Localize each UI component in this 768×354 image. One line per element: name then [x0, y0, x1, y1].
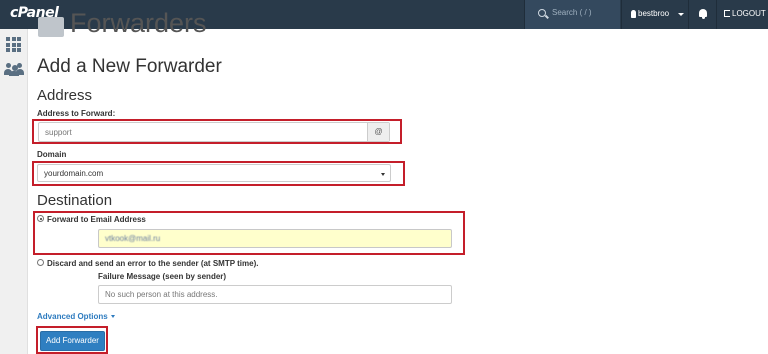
forward-to-email-label[interactable]: Forward to Email Address [47, 215, 146, 224]
advanced-options-link[interactable]: Advanced Options [37, 312, 115, 321]
user-menu[interactable]: bestbroo [621, 0, 688, 29]
address-to-forward-label: Address to Forward: [37, 109, 116, 118]
logout-label: LOGOUT [732, 9, 766, 18]
forward-email-value: vtkook@mail.ru [105, 234, 161, 243]
failure-message-label: Failure Message (seen by sender) [98, 272, 227, 281]
chevron-down-icon [678, 13, 684, 16]
search-icon [538, 9, 546, 17]
discard-label[interactable]: Discard and send an error to the sender … [47, 259, 258, 268]
highlight-box [32, 119, 402, 144]
advanced-options-label: Advanced Options [37, 312, 108, 321]
bell-icon [699, 9, 707, 19]
username: bestbroo [638, 9, 670, 18]
left-sidebar [0, 29, 28, 354]
forward-to-email-radio[interactable] [37, 215, 44, 222]
page-title: Forwarders [70, 8, 207, 38]
failure-message-input[interactable]: No such person at this address. [98, 285, 452, 304]
apps-grid-icon[interactable] [6, 37, 21, 52]
domain-label: Domain [37, 150, 67, 159]
user-icon [631, 10, 636, 18]
address-section-title: Address [37, 87, 93, 104]
add-forwarder-heading: Add a New Forwarder [37, 56, 222, 77]
search-placeholder: Search ( / ) [552, 8, 592, 17]
highlight-box [32, 161, 405, 186]
notifications-button[interactable] [688, 0, 716, 29]
destination-section-title: Destination [37, 192, 113, 209]
forwarders-icon [38, 17, 64, 37]
discard-radio[interactable] [37, 259, 44, 266]
failure-message-placeholder: No such person at this address. [105, 290, 218, 299]
users-icon[interactable] [4, 62, 24, 76]
search-box[interactable]: Search ( / ) [524, 0, 620, 29]
add-forwarder-button[interactable]: Add Forwarder [40, 331, 105, 351]
logout-button[interactable]: LOGOUT [716, 0, 768, 29]
forward-email-input[interactable]: vtkook@mail.ru [98, 229, 452, 248]
chevron-down-icon [110, 315, 115, 319]
logout-icon [724, 10, 730, 17]
